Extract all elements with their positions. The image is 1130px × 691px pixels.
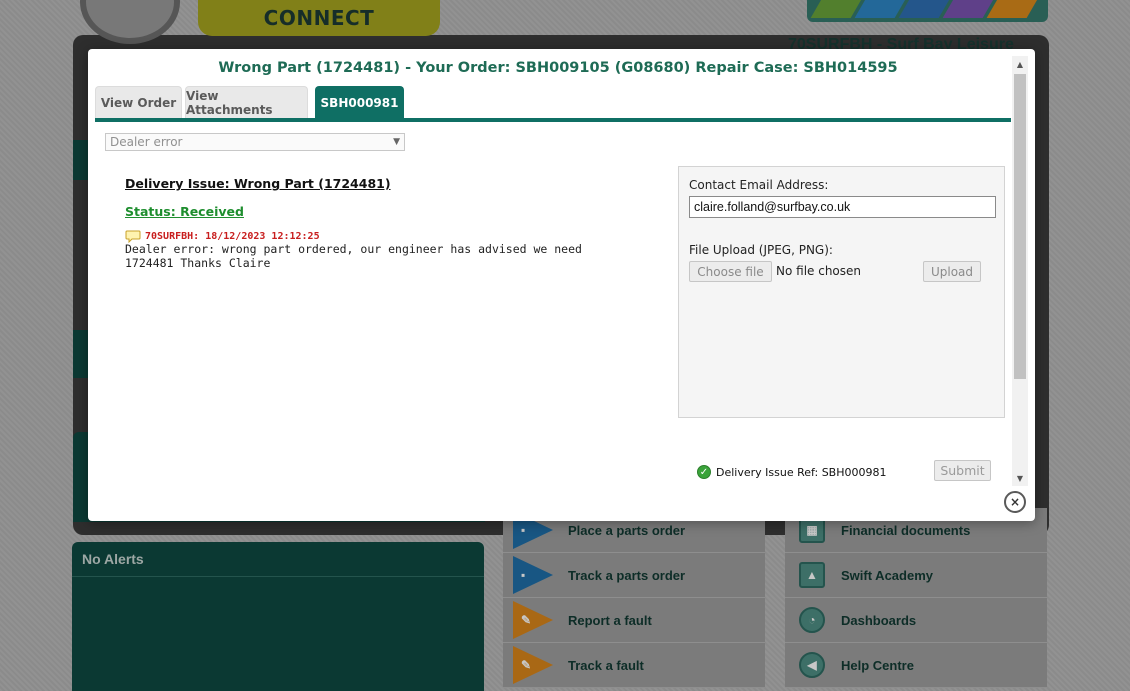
upload-label: File Upload (JPEG, PNG): bbox=[689, 243, 833, 257]
contact-upload-panel: Contact Email Address: File Upload (JPEG… bbox=[678, 166, 1005, 418]
comment-author: 70SURFBH: 18/12/2023 12:12:25 bbox=[145, 231, 320, 242]
tab-view-order[interactable]: View Order bbox=[95, 86, 182, 118]
issue-heading: Delivery Issue: Wrong Part (1724481) bbox=[125, 176, 391, 191]
close-icon: × bbox=[1009, 495, 1021, 509]
email-label: Contact Email Address: bbox=[689, 178, 829, 192]
tab-view-attachments[interactable]: View Attachments bbox=[185, 86, 308, 118]
reference-text: Delivery Issue Ref: SBH000981 bbox=[716, 465, 887, 479]
file-status: No file chosen bbox=[776, 264, 862, 278]
choose-file-button[interactable]: Choose file bbox=[689, 261, 772, 282]
comment-text: Dealer error: wrong part ordered, our en… bbox=[125, 242, 582, 270]
email-field[interactable] bbox=[689, 196, 996, 218]
check-icon: ✓ bbox=[697, 465, 711, 479]
status-label: Status: Received bbox=[125, 204, 244, 219]
modal-title: Wrong Part (1724481) - Your Order: SBH00… bbox=[218, 60, 898, 76]
chevron-down-icon: ▼ bbox=[393, 137, 400, 147]
reference-line: ✓ Delivery Issue Ref: SBH000981 bbox=[697, 465, 887, 479]
upload-button[interactable]: Upload bbox=[923, 261, 981, 282]
delivery-issue-modal: Wrong Part (1724481) - Your Order: SBH00… bbox=[88, 49, 1035, 521]
reason-select[interactable]: Dealer error ▼ bbox=[105, 133, 405, 151]
submit-button[interactable]: Submit bbox=[934, 460, 991, 481]
scroll-thumb[interactable] bbox=[1014, 74, 1026, 379]
tab-sbh000981[interactable]: SBH000981 bbox=[315, 86, 404, 118]
scrollbar[interactable]: ▲ ▼ bbox=[1012, 56, 1028, 486]
close-button[interactable]: × bbox=[1004, 491, 1026, 513]
scroll-down-icon[interactable]: ▼ bbox=[1012, 470, 1028, 486]
reason-select-value: Dealer error bbox=[110, 135, 183, 149]
scroll-up-icon[interactable]: ▲ bbox=[1012, 56, 1028, 72]
tab-bar: View Order View Attachments SBH000981 bbox=[95, 86, 1011, 122]
